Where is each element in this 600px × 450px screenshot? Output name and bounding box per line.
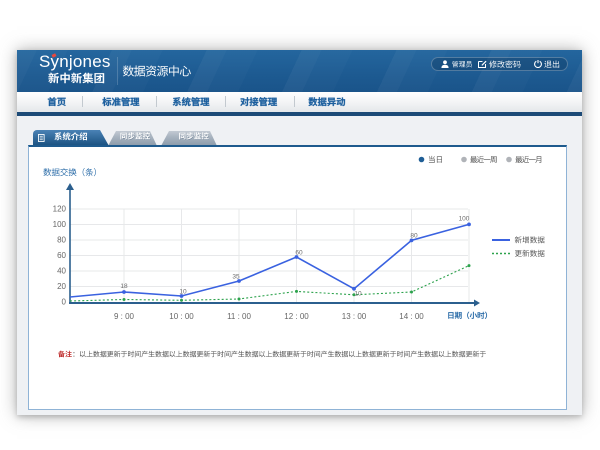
svg-text:80: 80: [57, 236, 66, 245]
svg-text:20: 20: [57, 282, 66, 291]
svg-text:100: 100: [53, 220, 67, 229]
svg-text:10: 10: [179, 289, 187, 296]
svg-text:10 : 00: 10 : 00: [169, 312, 194, 321]
svg-text:11 : 00: 11 : 00: [227, 312, 251, 321]
svg-text:120: 120: [53, 205, 67, 214]
svg-text:13 : 00: 13 : 00: [342, 312, 367, 321]
svg-text:100: 100: [459, 216, 470, 223]
svg-text:10: 10: [354, 291, 362, 298]
svg-text:14 : 00: 14 : 00: [399, 312, 424, 321]
svg-text:12 : 00: 12 : 00: [284, 312, 309, 321]
svg-text:80: 80: [410, 233, 418, 240]
svg-text:9 : 00: 9 : 00: [114, 312, 135, 321]
svg-text:40: 40: [57, 267, 66, 276]
svg-text:35: 35: [232, 274, 240, 281]
svg-text:0: 0: [62, 298, 67, 307]
svg-text:60: 60: [295, 250, 303, 257]
svg-text:60: 60: [57, 251, 66, 260]
svg-text:18: 18: [120, 283, 128, 290]
